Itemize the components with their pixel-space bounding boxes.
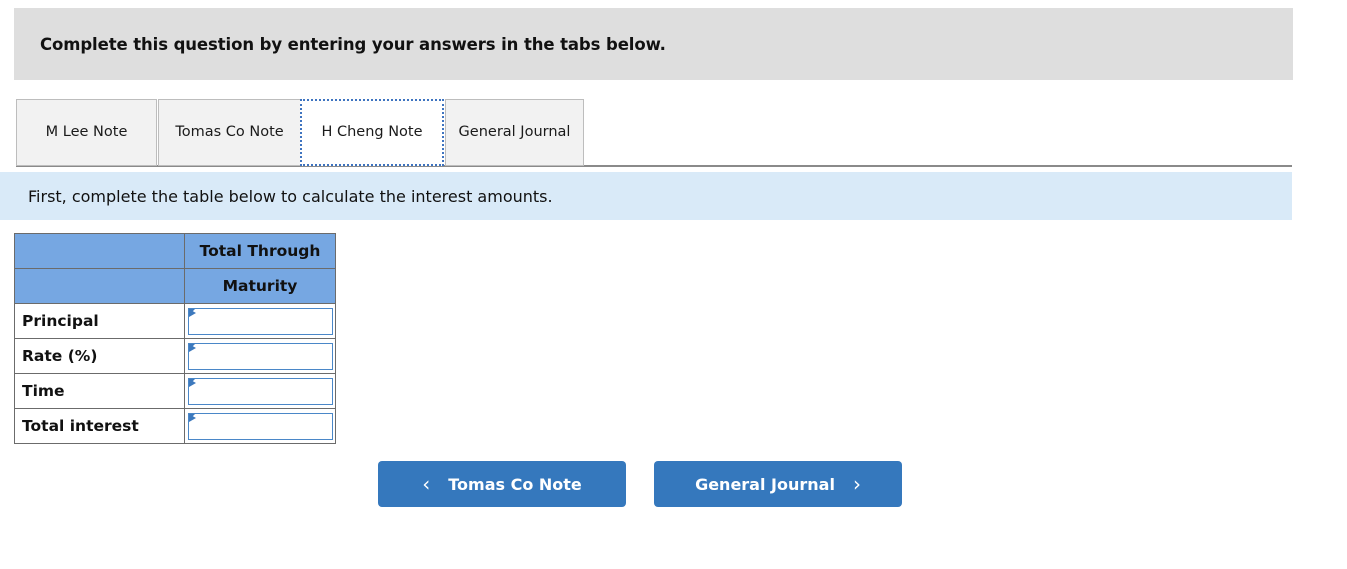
chevron-right-icon: › xyxy=(852,472,861,496)
row-label-total-interest: Total interest xyxy=(14,408,185,444)
input-wrapper xyxy=(188,342,333,370)
input-cell-principal[interactable] xyxy=(184,303,336,339)
row-label-rate: Rate (%) xyxy=(14,338,185,374)
principal-input[interactable] xyxy=(189,308,332,334)
input-wrapper xyxy=(188,377,333,405)
question-instruction-text: Complete this question by entering your … xyxy=(40,34,666,54)
info-banner-text: First, complete the table below to calcu… xyxy=(28,186,553,206)
chevron-left-icon: ‹ xyxy=(422,472,431,496)
table-header-row-2: Maturity xyxy=(14,268,336,304)
table-header-blank-1 xyxy=(14,233,185,269)
previous-tab-button[interactable]: ‹ Tomas Co Note xyxy=(378,461,626,507)
tab-label: H Cheng Note xyxy=(321,123,423,140)
tab-label: General Journal xyxy=(458,123,571,140)
rate-input[interactable] xyxy=(189,343,332,369)
table-header-total-through: Total Through xyxy=(184,233,336,269)
input-wrapper xyxy=(188,412,333,440)
tab-h-cheng-note[interactable]: H Cheng Note xyxy=(300,99,444,166)
table-row: Principal xyxy=(14,303,336,339)
table-header-row-1: Total Through xyxy=(14,233,336,269)
info-banner: First, complete the table below to calcu… xyxy=(0,172,1292,220)
input-wrapper xyxy=(188,307,333,335)
tab-label: M Lee Note xyxy=(45,123,128,140)
input-cell-time[interactable] xyxy=(184,373,336,409)
table-row: Time xyxy=(14,373,336,409)
total-interest-input[interactable] xyxy=(189,413,332,439)
input-cell-rate[interactable] xyxy=(184,338,336,374)
time-input[interactable] xyxy=(189,378,332,404)
next-tab-button[interactable]: General Journal › xyxy=(654,461,902,507)
table-header-maturity: Maturity xyxy=(184,268,336,304)
tab-m-lee-note[interactable]: M Lee Note xyxy=(16,99,157,166)
tab-navigation-buttons: ‹ Tomas Co Note General Journal › xyxy=(378,461,902,507)
tab-label: Tomas Co Note xyxy=(175,123,284,140)
previous-tab-label: Tomas Co Note xyxy=(448,474,582,494)
next-tab-label: General Journal xyxy=(695,474,835,494)
interest-calculation-table: Total Through Maturity Principal Rate (%… xyxy=(14,233,336,444)
table-row: Rate (%) xyxy=(14,338,336,374)
tab-general-journal[interactable]: General Journal xyxy=(445,99,584,166)
input-cell-total-interest[interactable] xyxy=(184,408,336,444)
question-instruction-header: Complete this question by entering your … xyxy=(14,8,1293,80)
tab-strip: M Lee Note Tomas Co Note H Cheng Note Ge… xyxy=(0,99,1292,168)
row-label-principal: Principal xyxy=(14,303,185,339)
row-label-time: Time xyxy=(14,373,185,409)
table-row: Total interest xyxy=(14,408,336,444)
tab-tomas-co-note[interactable]: Tomas Co Note xyxy=(158,99,301,166)
table-header-blank-2 xyxy=(14,268,185,304)
